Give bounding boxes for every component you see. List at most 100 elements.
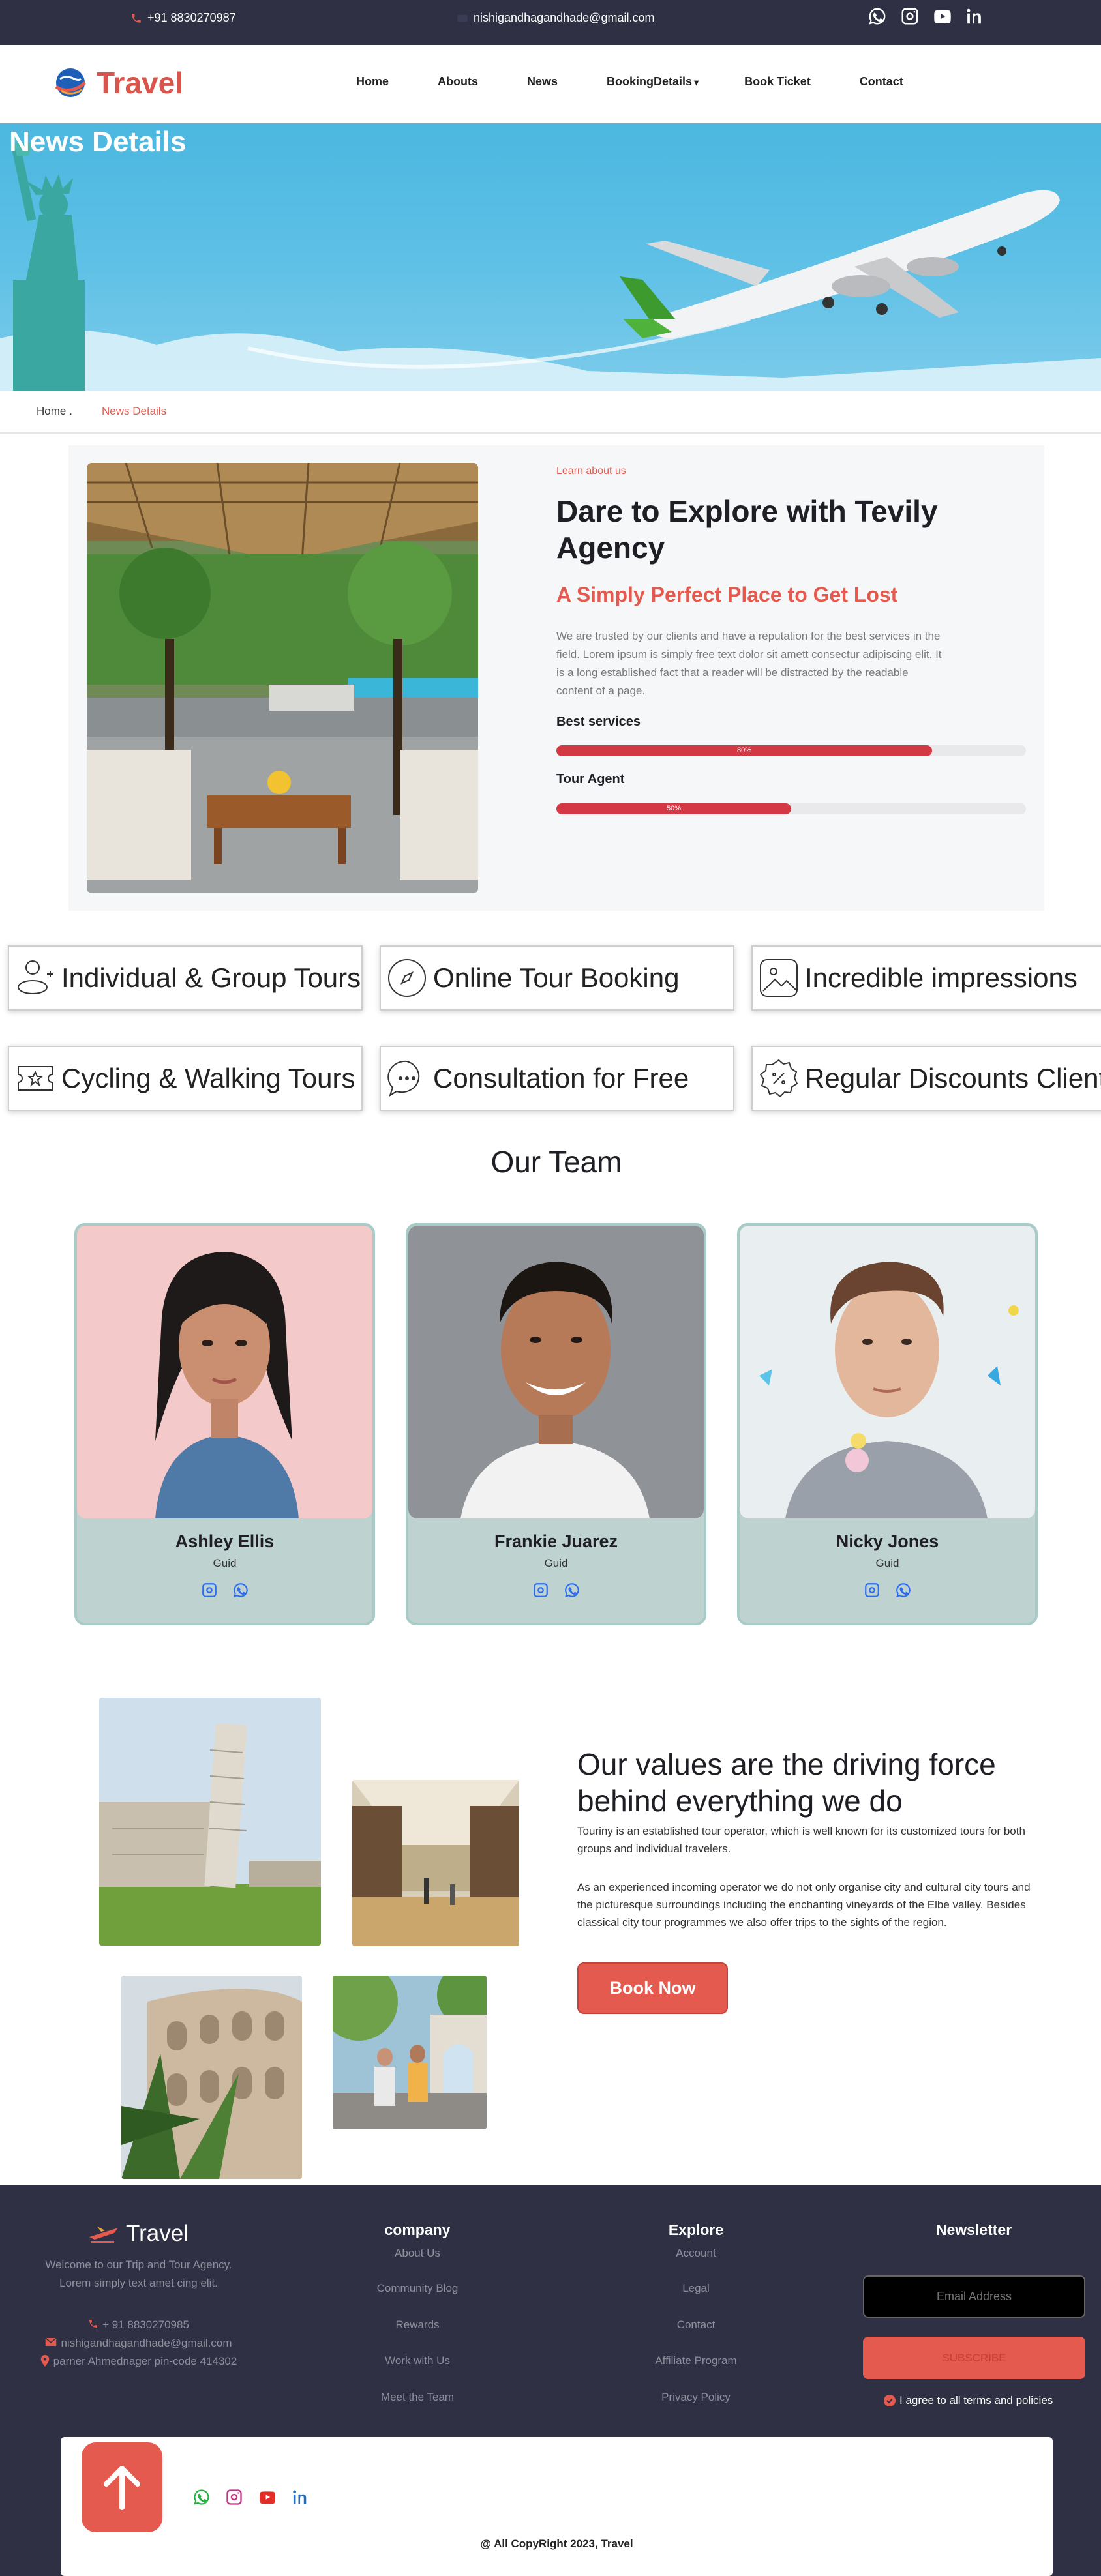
whatsapp-icon[interactable] bbox=[192, 2488, 211, 2509]
subscribe-button[interactable]: SUBSCRIBE bbox=[863, 2337, 1085, 2379]
instagram-icon[interactable] bbox=[225, 2488, 243, 2509]
breadcrumb: Home . News Details bbox=[0, 391, 1101, 434]
footer-link-about-us[interactable]: About Us bbox=[352, 2247, 483, 2260]
whatsapp-icon[interactable] bbox=[867, 7, 887, 26]
phone-icon bbox=[132, 13, 141, 23]
terms-agreement[interactable]: I agree to all terms and policies bbox=[884, 2394, 1053, 2407]
main-nav: Travel Home Abouts News BookingDetails B… bbox=[0, 45, 1101, 123]
team-member-name: Ashley Ellis bbox=[175, 1532, 275, 1551]
feature-regular-discounts[interactable]: Regular Discounts Clients bbox=[751, 1046, 1101, 1111]
feature-label: Online Tour Booking bbox=[433, 962, 680, 993]
feature-incredible-impressions[interactable]: Incredible impressions bbox=[751, 945, 1101, 1011]
whatsapp-icon[interactable] bbox=[564, 1582, 581, 1602]
instagram-icon[interactable] bbox=[900, 7, 920, 26]
progress-fill-services: 80% bbox=[556, 745, 932, 756]
ticket-icon bbox=[16, 1059, 55, 1098]
book-now-button[interactable]: Book Now bbox=[577, 1962, 728, 2014]
footer-link-account[interactable]: Account bbox=[631, 2247, 761, 2260]
nav-home[interactable]: Home bbox=[356, 75, 389, 89]
progress-services: 80% bbox=[556, 745, 1026, 756]
plane-logo-icon bbox=[89, 2227, 118, 2243]
team-member-role: Guid bbox=[544, 1557, 568, 1569]
newsletter-email-input[interactable]: Email Address bbox=[863, 2275, 1085, 2318]
footer-link-affiliate[interactable]: Affiliate Program bbox=[631, 2354, 761, 2367]
footer-link-rewards[interactable]: Rewards bbox=[352, 2318, 483, 2332]
footer-email-text: nishigandhagandhade@gmail.com bbox=[61, 2337, 232, 2349]
scroll-top-button[interactable] bbox=[82, 2442, 162, 2532]
nav-contact[interactable]: Contact bbox=[860, 75, 903, 89]
breadcrumb-home[interactable]: Home . bbox=[37, 405, 72, 418]
footer-newsletter-title: Newsletter bbox=[935, 2221, 1012, 2238]
feature-consultation-free[interactable]: Consultation for Free bbox=[380, 1046, 734, 1111]
chat-icon bbox=[387, 1059, 427, 1098]
instagram-icon[interactable] bbox=[864, 1582, 881, 1602]
footer-about: Welcome to our Trip and Tour Agency. Lor… bbox=[45, 2258, 232, 2289]
progress-fill-tour-agent: 50% bbox=[556, 803, 791, 814]
team-card-nicky: Nicky Jones Guid bbox=[737, 1223, 1038, 1625]
resort-photo bbox=[87, 463, 478, 893]
footer-link-community-blog[interactable]: Community Blog bbox=[352, 2282, 483, 2295]
linkedin-icon[interactable] bbox=[965, 7, 985, 26]
checkbox-icon[interactable] bbox=[884, 2395, 896, 2406]
nav-abouts[interactable]: Abouts bbox=[438, 75, 478, 89]
brand-name: Travel bbox=[97, 66, 183, 100]
terms-agreement-text: I agree to all terms and policies bbox=[899, 2394, 1053, 2406]
feature-cycling-walking-tours[interactable]: Cycling & Walking Tours bbox=[8, 1046, 363, 1111]
nav-news[interactable]: News bbox=[527, 75, 558, 89]
hero-banner: News Details bbox=[0, 123, 1101, 391]
footer-phone-text: + 91 8830270985 bbox=[102, 2318, 189, 2331]
team-card-frankie: Frankie Juarez Guid bbox=[406, 1223, 706, 1625]
feature-label: Incredible impressions bbox=[805, 962, 1078, 993]
discount-badge-icon bbox=[759, 1059, 798, 1098]
image-icon bbox=[759, 958, 798, 998]
top-phone[interactable]: +91 8830270987 bbox=[130, 11, 236, 25]
feature-online-tour-booking[interactable]: Online Tour Booking bbox=[380, 945, 734, 1011]
about-subheading: A Simply Perfect Place to Get Lost bbox=[556, 583, 898, 606]
gallery-hall-photo bbox=[352, 1780, 519, 1946]
footer-address-text: parner Ahmednager pin-code 414302 bbox=[53, 2355, 237, 2367]
footer-brand[interactable]: Travel bbox=[88, 2221, 189, 2247]
instagram-icon[interactable] bbox=[201, 1582, 218, 1602]
nav-booking-details[interactable]: BookingDetails bbox=[607, 75, 699, 89]
hero-illustration bbox=[0, 143, 1101, 391]
nav-menu: Home Abouts News BookingDetails Book Tic… bbox=[352, 75, 903, 89]
hero-title: News Details bbox=[9, 126, 187, 158]
footer-link-meet-team[interactable]: Meet the Team bbox=[352, 2391, 483, 2404]
whatsapp-icon[interactable] bbox=[895, 1582, 912, 1602]
nav-book-ticket[interactable]: Book Ticket bbox=[744, 75, 811, 89]
feature-label: Regular Discounts Clients bbox=[805, 1063, 1101, 1093]
footer-phone[interactable]: + 91 8830270985 bbox=[26, 2318, 251, 2332]
footer-link-privacy[interactable]: Privacy Policy bbox=[631, 2391, 761, 2404]
top-email-text: nishigandhagandhade@gmail.com bbox=[474, 11, 655, 24]
feature-individual-group-tours[interactable]: Individual & Group Tours bbox=[8, 945, 363, 1011]
brand-logo[interactable]: Travel bbox=[52, 65, 183, 101]
street-walk-photo bbox=[333, 1976, 487, 2129]
team-member-name: Nicky Jones bbox=[836, 1532, 939, 1551]
envelope-icon bbox=[45, 2337, 57, 2346]
team-social bbox=[77, 1582, 372, 1602]
user-plus-icon bbox=[16, 958, 55, 998]
team-photo bbox=[408, 1226, 704, 1518]
top-bar: +91 8830270987 nishigandhagandhade@gmail… bbox=[0, 0, 1101, 45]
footer-link-work-with-us[interactable]: Work with Us bbox=[352, 2354, 483, 2367]
instagram-icon[interactable] bbox=[532, 1582, 549, 1602]
footer-email[interactable]: nishigandhagandhade@gmail.com bbox=[26, 2337, 251, 2350]
footer-link-legal[interactable]: Legal bbox=[631, 2282, 761, 2295]
youtube-icon[interactable] bbox=[933, 7, 952, 26]
progress-tour-agent: 50% bbox=[556, 803, 1026, 814]
team-card-ashley: Ashley Ellis Guid bbox=[74, 1223, 375, 1625]
footer-explore-title: Explore bbox=[668, 2221, 724, 2238]
whatsapp-icon[interactable] bbox=[232, 1582, 249, 1602]
about-paragraph: We are trusted by our clients and have a… bbox=[556, 630, 942, 697]
about-heading: Dare to Explore with Tevily Agency bbox=[556, 494, 938, 565]
footer-brand-name: Travel bbox=[126, 2221, 189, 2246]
top-email[interactable]: nishigandhagandhade@gmail.com bbox=[457, 11, 654, 25]
footer-link-contact[interactable]: Contact bbox=[631, 2318, 761, 2332]
footer-address: parner Ahmednager pin-code 414302 bbox=[26, 2355, 251, 2368]
youtube-icon[interactable] bbox=[258, 2488, 277, 2509]
feature-label: Cycling & Walking Tours bbox=[61, 1063, 355, 1093]
colosseum-photo bbox=[121, 1976, 302, 2179]
arrow-up-icon bbox=[104, 2466, 140, 2510]
envelope-icon bbox=[457, 14, 468, 22]
linkedin-icon[interactable] bbox=[292, 2488, 310, 2509]
